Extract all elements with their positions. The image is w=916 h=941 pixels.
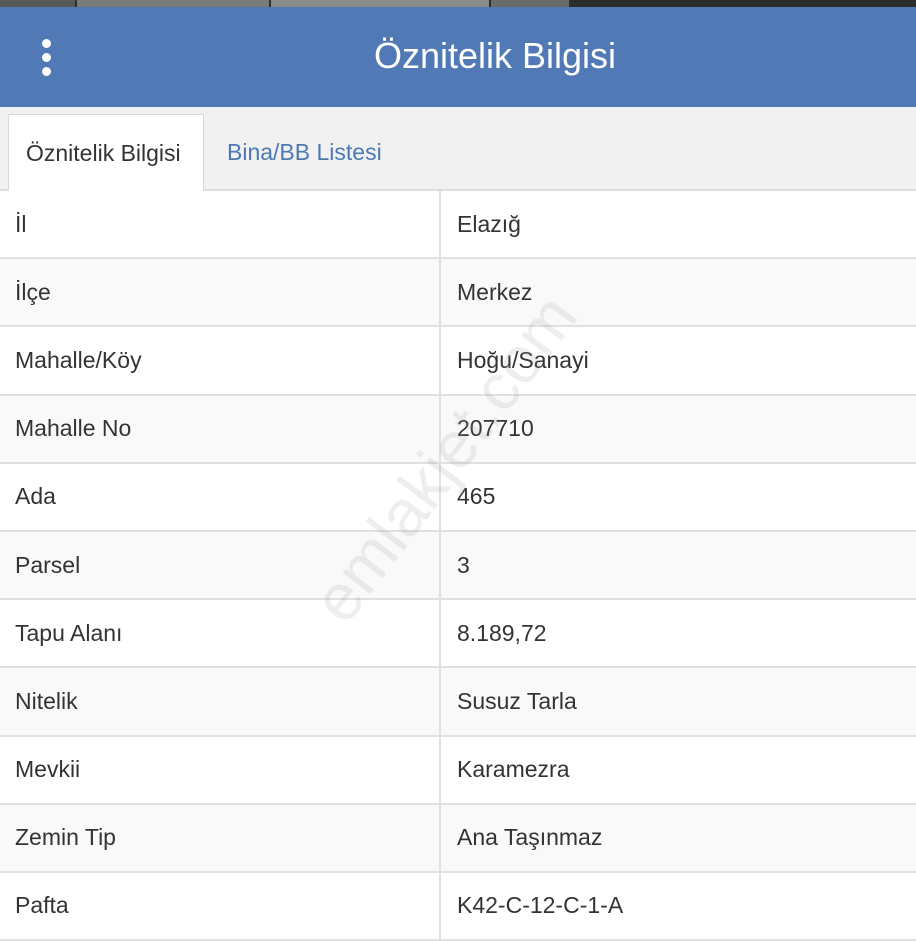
column-divider xyxy=(439,259,441,326)
attribute-value: Ana Taşınmaz xyxy=(457,824,603,851)
app-header: Öznitelik Bilgisi xyxy=(0,7,916,107)
column-divider xyxy=(439,668,441,735)
column-divider xyxy=(439,463,441,530)
column-divider xyxy=(439,804,441,871)
attribute-value: Karamezra xyxy=(457,756,570,783)
column-divider xyxy=(439,395,441,462)
attribute-key: Pafta xyxy=(15,892,69,919)
table-row: Tapu Alanı 8.189,72 xyxy=(0,600,916,669)
table-row: İlçe Merkez xyxy=(0,259,916,328)
column-divider xyxy=(439,531,441,599)
attribute-key: İl xyxy=(15,210,27,237)
attribute-value: Merkez xyxy=(457,278,533,305)
attribute-key: Mahalle/Köy xyxy=(15,346,142,373)
attribute-key: Tapu Alanı xyxy=(15,619,123,646)
column-divider xyxy=(439,327,441,394)
table-row: Mahalle/Köy Hoğu/Sanayi xyxy=(0,327,916,396)
column-divider xyxy=(439,600,441,667)
table-row: Mahalle No 207710 xyxy=(0,395,916,464)
table-row: Ada 465 xyxy=(0,463,916,532)
table-row: Nitelik Susuz Tarla xyxy=(0,668,916,737)
attribute-value: Susuz Tarla xyxy=(457,687,577,714)
attribute-key: İlçe xyxy=(15,278,51,305)
attribute-value: K42-C-12-C-1-A xyxy=(457,892,624,919)
table-row: Parsel 3 xyxy=(0,531,916,601)
top-image-strip xyxy=(0,0,916,7)
page-title: Öznitelik Bilgisi xyxy=(373,35,617,76)
column-divider xyxy=(439,872,441,940)
tab-oznitelik-bilgisi[interactable]: Öznitelik Bilgisi xyxy=(8,114,204,193)
column-divider xyxy=(439,736,441,803)
tab-bar: Öznitelik Bilgisi Bina/BB Listesi xyxy=(0,107,916,193)
attribute-key: Nitelik xyxy=(15,687,78,714)
attribute-value: 465 xyxy=(457,483,496,510)
table-row: İl Elazığ xyxy=(0,191,916,260)
attribute-value: 8.189,72 xyxy=(457,619,547,646)
column-divider xyxy=(439,191,441,258)
attribute-table: İl Elazığ İlçe Merkez Mahalle/Köy Hoğu/S… xyxy=(0,191,916,941)
attribute-key: Parsel xyxy=(15,551,81,578)
table-row: Zemin Tip Ana Taşınmaz xyxy=(0,804,916,873)
attribute-key: Mevkii xyxy=(15,756,81,783)
attribute-value: Elazığ xyxy=(457,210,521,237)
attribute-value: 3 xyxy=(457,551,470,578)
tab-bina-bb-listesi[interactable]: Bina/BB Listesi xyxy=(210,114,399,191)
attribute-key: Ada xyxy=(15,483,56,510)
attribute-key: Mahalle No xyxy=(15,415,132,442)
table-row: Pafta K42-C-12-C-1-A xyxy=(0,872,916,941)
attribute-value: Hoğu/Sanayi xyxy=(457,346,589,373)
attribute-value: 207710 xyxy=(457,415,534,442)
attribute-key: Zemin Tip xyxy=(15,824,116,851)
table-row: Mevkii Karamezra xyxy=(0,736,916,805)
